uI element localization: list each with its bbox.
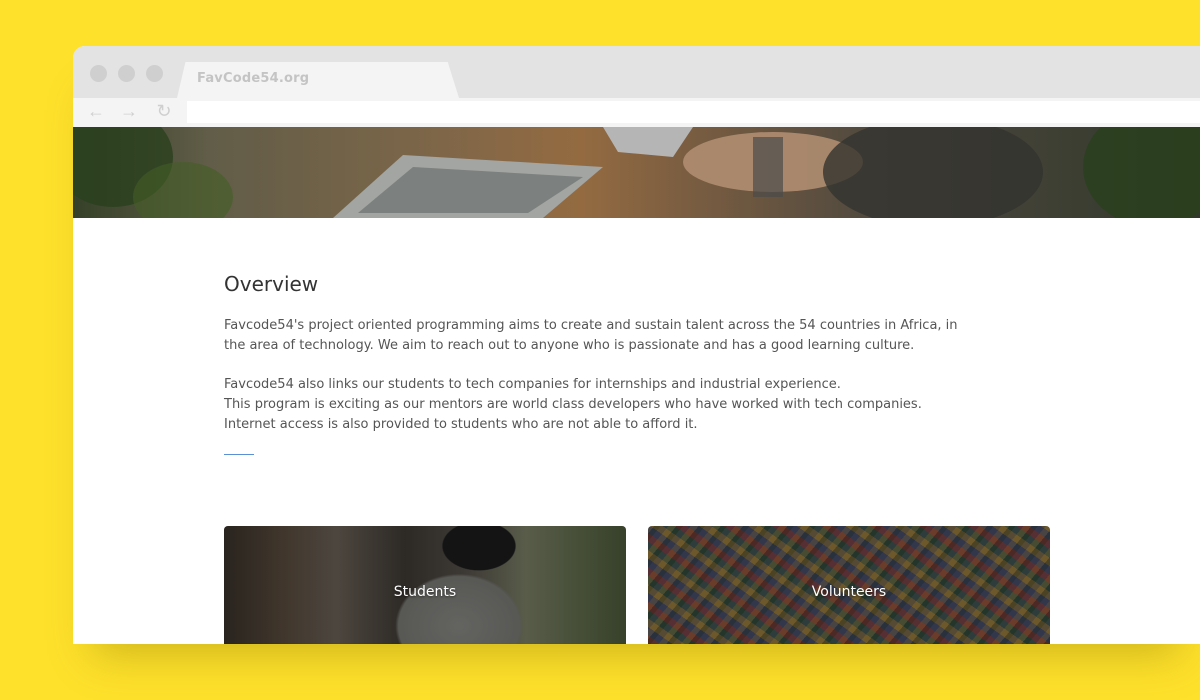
main-content: Overview Favcode54's project oriented pr… <box>73 218 1200 644</box>
students-card-label: Students <box>393 584 457 600</box>
overview-paragraph-1-line-2: the area of technology. We aim to reach … <box>224 338 915 353</box>
hero-photo <box>73 127 1200 218</box>
back-arrow-icon[interactable]: ← <box>85 100 107 122</box>
browser-toolbar: ← → ↻ <box>73 98 1200 127</box>
overview-paragraph-2-line-1: Favcode54 also links our students to tec… <box>224 377 841 392</box>
overview-paragraph-2-line-2: This program is exciting as our mentors … <box>224 397 922 412</box>
window-minimize-dot[interactable] <box>118 65 135 82</box>
overview-paragraph-2-line-3: Internet access is also provided to stud… <box>224 417 698 432</box>
browser-titlebar: FavCode54.org <box>73 46 1200 98</box>
reload-icon[interactable]: ↻ <box>153 100 175 122</box>
volunteers-card-label: Volunteers <box>811 584 887 600</box>
tab-title: FavCode54.org <box>197 71 310 86</box>
overview-heading: Overview <box>224 272 319 296</box>
section-divider <box>224 454 254 455</box>
browser-window: FavCode54.org ← → ↻ Overview Favcode54's… <box>73 46 1200 644</box>
window-maximize-dot[interactable] <box>146 65 163 82</box>
overview-paragraph-1: Favcode54's project oriented programming… <box>224 316 958 356</box>
address-bar[interactable] <box>187 101 1200 123</box>
students-card[interactable]: Students <box>224 526 626 644</box>
browser-tab[interactable]: FavCode54.org <box>177 62 459 98</box>
hero-image <box>73 127 1200 218</box>
window-close-dot[interactable] <box>90 65 107 82</box>
overview-paragraph-2: Favcode54 also links our students to tec… <box>224 375 924 435</box>
volunteers-card[interactable]: Volunteers <box>648 526 1050 644</box>
overview-paragraph-1-line-1: Favcode54's project oriented programming… <box>224 318 958 333</box>
forward-arrow-icon[interactable]: → <box>118 100 140 122</box>
